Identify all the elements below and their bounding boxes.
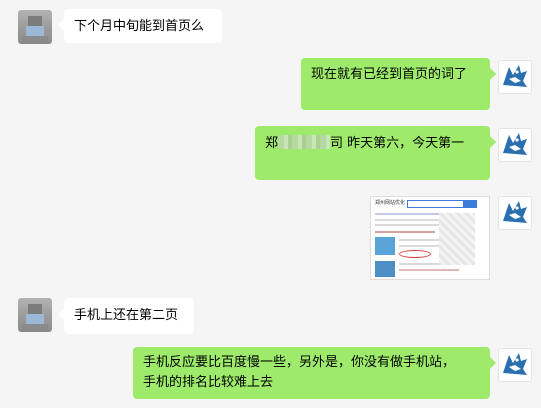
message-text-line-2: 手机的排名比较难上去 <box>143 375 274 390</box>
wolf-logo-icon <box>503 133 527 155</box>
contact-avatar[interactable] <box>18 298 52 332</box>
self-avatar[interactable] <box>498 60 532 94</box>
contact-avatar[interactable] <box>18 10 52 44</box>
image-search-button <box>463 200 477 208</box>
message-text-prefix: 郑 <box>265 136 279 151</box>
image-thumbnail <box>375 261 395 277</box>
wolf-logo-icon <box>503 353 527 375</box>
message-bubble[interactable]: 郑 司 昨天第六，今天第一 <box>255 126 496 180</box>
wolf-logo-icon <box>503 65 527 87</box>
message-text: 下个月中旬能到首页么 <box>74 19 205 34</box>
message-bubble[interactable]: 下个月中旬能到首页么 <box>58 9 222 43</box>
message-bubble[interactable]: 现在就有已经到首页的词了 <box>301 58 496 110</box>
message-bubble[interactable]: 手机反应要比百度慢一些，另外是，你没有做手机站， 手机的排名比较难上去 <box>133 347 496 399</box>
self-avatar[interactable] <box>498 348 532 382</box>
message-text-line-1: 手机反应要比百度慢一些，另外是，你没有做手机站， <box>143 355 456 370</box>
message-text-suffix: 司 昨天第六，今天第一 <box>330 136 465 151</box>
highlight-circle <box>399 250 431 258</box>
chat-window: 下个月中旬能到首页么 现在就有已经到首页的词了 郑 司 昨天第六，今天第一 郑州网… <box>0 0 541 408</box>
message-text: 手机上还在第二页 <box>74 308 179 323</box>
self-avatar[interactable] <box>498 196 532 230</box>
image-search-title: 郑州网站优化 <box>375 200 406 206</box>
image-message[interactable]: 郑州网站优化 <box>370 196 490 280</box>
redacted-block <box>439 213 475 265</box>
message-text: 现在就有已经到首页的词了 <box>311 67 468 82</box>
self-avatar[interactable] <box>498 128 532 162</box>
message-bubble[interactable]: 手机上还在第二页 <box>58 298 194 334</box>
wolf-logo-icon <box>503 201 527 223</box>
image-thumbnail <box>375 237 395 255</box>
image-search-box <box>407 200 465 208</box>
redacted-text <box>278 135 331 149</box>
